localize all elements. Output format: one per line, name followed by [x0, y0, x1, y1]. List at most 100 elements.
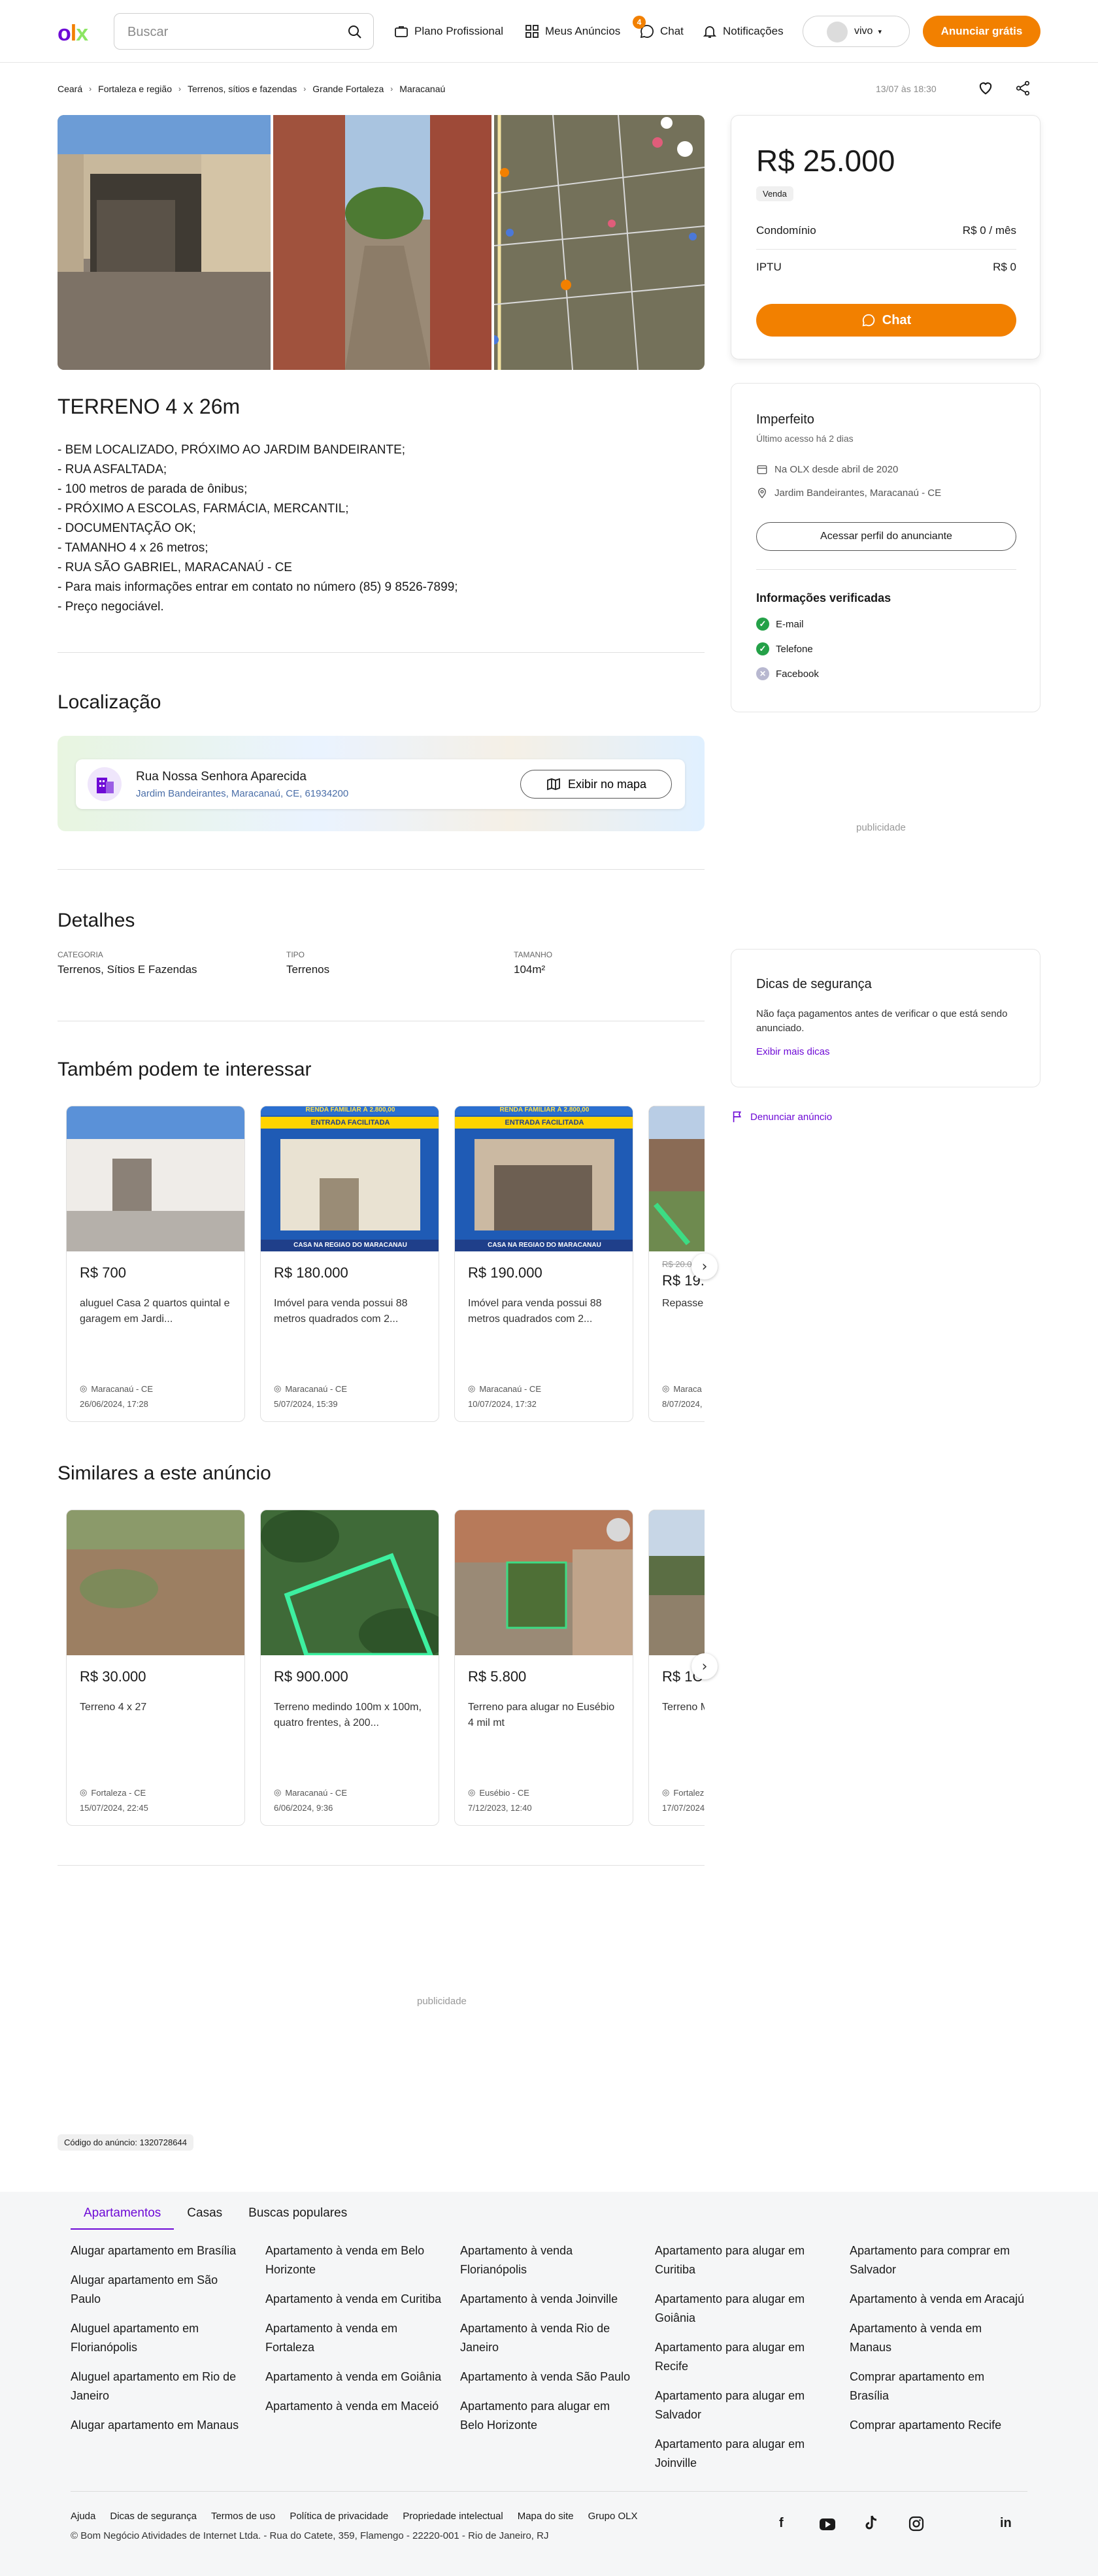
olx-logo[interactable]: olx	[58, 21, 88, 46]
listing-price: R$ 25.000	[756, 144, 895, 178]
breadcrumb-item[interactable]: Maracanaú	[399, 84, 445, 94]
footer-link[interactable]: Apartamento à venda em Fortaleza	[265, 2319, 442, 2357]
breadcrumb-item[interactable]: Terrenos, sítios e fazendas	[188, 84, 297, 94]
carousel-next-arrow[interactable]: ›	[691, 1253, 718, 1280]
location-pin-icon	[758, 487, 766, 499]
sale-type-tag: Venda	[756, 186, 793, 201]
footer-link[interactable]: Alugar apartamento em Manaus	[71, 2416, 247, 2435]
show-map-button[interactable]: Exibir no mapa	[520, 770, 672, 799]
footer-link[interactable]: Apartamento à venda Rio de Janeiro	[460, 2319, 637, 2357]
seller-profile-button[interactable]: Acessar perfil do anunciante	[756, 522, 1016, 551]
footer-link[interactable]: Alugar apartamento em São Paulo	[71, 2271, 247, 2309]
listing-description: - BEM LOCALIZADO, PRÓXIMO AO JARDIM BAND…	[58, 443, 458, 614]
linkedin-icon[interactable]: in	[1000, 2516, 1012, 2531]
divider	[58, 652, 705, 653]
card-image	[67, 1510, 244, 1655]
heart-icon[interactable]	[976, 78, 995, 100]
youtube-icon[interactable]	[820, 2518, 835, 2534]
footer-link[interactable]: Apartamento à venda em Maceió	[265, 2397, 442, 2416]
listing-card[interactable]: R$ 5.800 Terreno para alugar no Eusébio …	[454, 1510, 633, 1826]
briefcase-icon	[395, 26, 408, 37]
footer-link[interactable]: Política de privacidade	[290, 2511, 388, 2522]
footer-link[interactable]: Apartamento para alugar em Salvador	[655, 2386, 831, 2424]
footer-link[interactable]: Apartamento para alugar em Belo Horizont…	[460, 2397, 637, 2435]
card-price: R$ 700	[80, 1264, 126, 1281]
tab-apartamentos[interactable]: Apartamentos	[71, 2198, 175, 2230]
related-heading: Também podem te interessar	[58, 1059, 312, 1080]
share-icon[interactable]	[1014, 80, 1031, 100]
footer-column: Apartamento à venda Florianópolis Aparta…	[460, 2241, 637, 2445]
listing-card[interactable]: RENDA FAMILIAR Á 2.800,00 ENTRADA FACILI…	[260, 1106, 439, 1422]
listing-photo-3-map[interactable]	[494, 115, 705, 370]
footer-link[interactable]: Apartamento à venda Joinville	[460, 2290, 637, 2309]
seller-name[interactable]: Imperfeito	[756, 412, 814, 427]
breadcrumb-item[interactable]: Fortaleza e região	[98, 84, 172, 94]
listing-card[interactable]: R$ 30.000 Terreno 4 x 27 ◎ Fortaleza - CE…	[66, 1510, 245, 1826]
card-date: 10/07/2024, 17:32	[468, 1399, 537, 1409]
ad-placeholder-label: publicidade	[417, 1996, 467, 2007]
footer-link[interactable]: Apartamento para comprar em Salvador	[850, 2241, 1026, 2279]
card-location: ◎ Maraca	[662, 1383, 702, 1394]
report-link[interactable]: Denunciar anúncio	[731, 1110, 832, 1124]
divider	[58, 869, 705, 870]
listing-photo-2[interactable]	[273, 115, 491, 370]
chat-link[interactable]: Chat	[639, 22, 684, 41]
anunciar-gratis-button[interactable]: Anunciar grátis	[923, 16, 1040, 47]
unverified-facebook: ✕ Facebook	[756, 667, 819, 680]
footer-link[interactable]: Comprar apartamento em Brasília	[850, 2368, 1026, 2405]
footer-link[interactable]: Apartamento à venda em Belo Horizonte	[265, 2241, 442, 2279]
instagram-icon[interactable]	[908, 2516, 924, 2535]
seller-last-access: Último acesso há 2 dias	[756, 433, 854, 444]
chat-button[interactable]: Chat	[756, 304, 1016, 337]
tiktok-icon[interactable]	[864, 2515, 878, 2535]
footer-link[interactable]: Dicas de segurança	[110, 2511, 197, 2522]
tab-casas[interactable]: Casas	[174, 2198, 235, 2230]
footer-link[interactable]: Aluguel apartamento em Rio de Janeiro	[71, 2368, 247, 2405]
footer-link[interactable]: Termos de uso	[211, 2511, 275, 2522]
footer-link[interactable]: Apartamento à venda em Manaus	[850, 2319, 1026, 2357]
footer-link[interactable]: Ajuda	[71, 2511, 95, 2522]
carousel-next-arrow[interactable]: ›	[691, 1653, 718, 1679]
breadcrumb-item[interactable]: Grande Fortaleza	[312, 84, 384, 94]
listing-card[interactable]: R$ 900.000 Terreno medindo 100m x 100m, …	[260, 1510, 439, 1826]
footer-link[interactable]: Grupo OLX	[588, 2511, 638, 2522]
search-icon[interactable]	[347, 24, 363, 43]
user-menu-button[interactable]: vivo ▾	[803, 16, 910, 47]
details-heading: Detalhes	[58, 910, 135, 931]
footer-link[interactable]: Apartamento para alugar em Goiânia	[655, 2290, 831, 2328]
chevron-down-icon: ▾	[878, 27, 882, 36]
plano-profissional-link[interactable]: Plano Profissional	[393, 22, 503, 41]
footer-link[interactable]: Comprar apartamento Recife	[850, 2416, 1026, 2435]
footer-link[interactable]: Apartamento à venda em Aracajú	[850, 2290, 1026, 2309]
notificacoes-link[interactable]: Notificações	[702, 22, 784, 41]
footer-link[interactable]: Apartamento à venda Florianópolis	[460, 2241, 637, 2279]
footer-link[interactable]: Propriedade intelectual	[403, 2511, 503, 2522]
tips-more-link[interactable]: Exibir mais dicas	[756, 1046, 830, 1057]
card-date: 26/06/2024, 17:28	[80, 1399, 148, 1409]
footer-link[interactable]: Apartamento para alugar em Recife	[655, 2338, 831, 2376]
footer-link[interactable]: Apartamento à venda São Paulo	[460, 2368, 637, 2386]
footer-link[interactable]: Apartamento à venda em Goiânia	[265, 2368, 442, 2386]
footer-link[interactable]: Alugar apartamento em Brasília	[71, 2241, 247, 2260]
listing-photo-1[interactable]	[58, 115, 271, 370]
card-location: ◎ Eusébio - CE	[468, 1787, 529, 1798]
meus-anuncios-link[interactable]: Meus Anúncios	[524, 22, 620, 41]
footer-link[interactable]: Aluguel apartamento em Florianópolis	[71, 2319, 247, 2357]
footer-link[interactable]: Mapa do site	[518, 2511, 574, 2522]
listing-card[interactable]: R$ 700 aluguel Casa 2 quartos quintal e …	[66, 1106, 245, 1422]
check-icon: ✓	[756, 642, 769, 655]
breadcrumb-item[interactable]: Ceará	[58, 84, 82, 94]
breadcrumb: Ceará › Fortaleza e região › Terrenos, sít…	[58, 84, 445, 94]
footer-link[interactable]: Apartamento para alugar em Curitiba	[655, 2241, 831, 2279]
card-title: Terreno para alugar no Eusébio 4 mil mt	[468, 1702, 615, 1728]
tab-buscas-populares[interactable]: Buscas populares	[235, 2198, 360, 2230]
seller-card: Imperfeito Último acesso há 2 dias Na OL…	[731, 383, 1040, 712]
footer-link[interactable]: Apartamento à venda em Curitiba	[265, 2290, 442, 2309]
listing-card[interactable]: RENDA FAMILIAR Á 2.800,00 ENTRADA FACILI…	[454, 1106, 633, 1422]
grid-icon	[525, 25, 539, 38]
facebook-icon[interactable]: f	[779, 2516, 784, 2531]
card-date: 8/07/2024,	[662, 1399, 703, 1409]
footer-link[interactable]: Apartamento para alugar em Joinville	[655, 2435, 831, 2473]
footer: Apartamentos Casas Buscas populares Alug…	[0, 2192, 1098, 2576]
search-input[interactable]	[127, 23, 324, 41]
